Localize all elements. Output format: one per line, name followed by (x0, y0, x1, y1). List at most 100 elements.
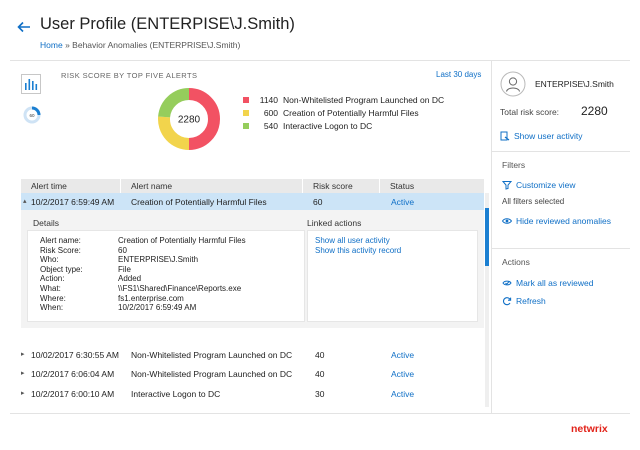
hide-reviewed-label: Hide reviewed anomalies (516, 216, 611, 226)
show-activity-record-link[interactable]: Show this activity record (315, 246, 401, 255)
detail-field: What: \\FS1\Shared\Finance\Reports.exe (40, 284, 241, 294)
activity-icon (500, 131, 510, 141)
chart-legend: 1140 Non-Whitelisted Program Launched on… (243, 93, 444, 133)
page-title: User Profile (ENTERPISE\J.Smith) (40, 15, 295, 33)
actions-heading: Actions (502, 257, 530, 267)
show-all-user-activity-link[interactable]: Show all user activity (315, 236, 390, 245)
detail-key: Where: (40, 293, 66, 303)
legend-count: 540 (263, 121, 278, 132)
filters-heading: Filters (502, 160, 526, 170)
linked-actions-heading: Linked actions (307, 218, 362, 228)
cell-status[interactable]: Active (391, 369, 414, 379)
expand-caret-icon[interactable]: ▸ (21, 350, 29, 358)
legend-label: Non-Whitelisted Program Launched on DC (283, 94, 445, 105)
alerts-table-header: Alert time Alert name Risk score Status (21, 179, 484, 193)
cell-status[interactable]: Active (391, 350, 414, 360)
cell-risk-score: 40 (315, 350, 325, 360)
cell-status[interactable]: Active (391, 197, 414, 207)
detail-value: ENTERPRISE\J.Smith (118, 255, 199, 265)
legend-count: 1140 (259, 94, 278, 105)
detail-field: Alert name: Creation of Potentially Harmf… (40, 236, 246, 246)
detail-field: Where: fs1.enterprise.com (40, 294, 184, 304)
table-row[interactable]: ▸ 10/2/2017 6:00:10 AM Interactive Logon… (21, 388, 484, 402)
legend-swatch (243, 123, 249, 130)
detail-value: Creation of Potentially Harmful Files (118, 236, 246, 245)
detail-field: Who: ENTERPRISE\J.Smith (40, 255, 198, 265)
breadcrumb: Home » Behavior Anomalies (ENTERPRISE\J.… (40, 40, 240, 50)
expand-caret-icon[interactable]: ▸ (21, 389, 29, 397)
user-avatar-icon (500, 71, 526, 97)
customize-view-label: Customize view (516, 180, 576, 190)
cell-alert-time: 10/02/2017 6:30:55 AM (31, 350, 119, 360)
netwrix-logo: netwrix (571, 423, 608, 435)
legend-swatch (243, 109, 249, 116)
column-header-status[interactable]: Status (380, 179, 484, 193)
hide-reviewed-link[interactable]: Hide reviewed anomalies (502, 216, 611, 226)
legend-swatch (243, 96, 249, 103)
eye-icon (502, 218, 512, 224)
detail-key: Alert name: (40, 236, 81, 245)
detail-key: When: (40, 303, 64, 313)
legend-label: Creation of Potentially Harmful Files (283, 107, 419, 118)
refresh-label: Refresh (516, 296, 546, 306)
detail-field: Object type: File (40, 265, 131, 275)
donut-chart-view-button[interactable]: 60 (21, 104, 41, 124)
period-selector[interactable]: Last 30 days (436, 70, 481, 79)
footer-divider (10, 413, 630, 414)
legend-item: 1140 Non-Whitelisted Program Launched on… (243, 93, 444, 106)
refresh-link[interactable]: Refresh (502, 296, 546, 306)
cell-alert-time: 10/2/2017 6:00:10 AM (31, 389, 115, 399)
detail-key: Who: (40, 255, 59, 265)
user-name: ENTERPISE\J.Smith (535, 79, 614, 89)
table-row[interactable]: ▸ 10/2/2017 6:06:04 AM Non-Whitelisted P… (21, 368, 484, 382)
cell-risk-score: 30 (315, 389, 325, 399)
breadcrumb-current: Behavior Anomalies (ENTERPRISE\J.Smith) (72, 40, 241, 50)
detail-value: 10/2/2017 6:59:49 AM (118, 303, 197, 313)
column-header-alert-time[interactable]: Alert time (21, 179, 121, 193)
column-header-risk-score[interactable]: Risk score (303, 179, 380, 193)
cell-risk-score: 40 (315, 369, 325, 379)
show-user-activity-link[interactable]: Show user activity (500, 131, 583, 141)
mark-reviewed-icon (502, 280, 512, 286)
right-panel-separator (492, 248, 630, 249)
detail-field: Risk Score: 60 (40, 246, 127, 256)
customize-view-link[interactable]: Customize view (502, 180, 576, 190)
cell-risk-score: 60 (313, 197, 323, 207)
show-user-activity-label: Show user activity (514, 131, 583, 141)
cell-alert-time: 10/2/2017 6:06:04 AM (31, 369, 115, 379)
donut-chart-icon: 60 (23, 106, 41, 124)
column-header-alert-name[interactable]: Alert name (121, 179, 303, 193)
donut-total-label: 2280 (178, 115, 201, 126)
risk-donut-chart: 2280 (158, 88, 220, 150)
bar-chart-icon (25, 79, 38, 90)
legend-count: 600 (263, 107, 278, 118)
total-risk-value: 2280 (581, 104, 608, 118)
cell-status[interactable]: Active (391, 389, 414, 399)
breadcrumb-separator: » (65, 40, 70, 50)
expand-caret-icon[interactable]: ▸ (21, 369, 29, 377)
collapse-caret-icon[interactable]: ▴ (23, 197, 31, 205)
bar-chart-view-button[interactable] (21, 74, 41, 94)
detail-value: Added (118, 274, 142, 284)
detail-field: When: 10/2/2017 6:59:49 AM (40, 303, 196, 313)
detail-key: What: (40, 284, 61, 293)
filters-status: All filters selected (502, 197, 565, 206)
cell-alert-time: 10/2/2017 6:59:49 AM (31, 197, 115, 207)
right-panel-separator (492, 151, 630, 152)
chart-title: RISK SCORE BY TOP FIVE ALERTS (61, 71, 198, 80)
donut-slice-2 (158, 88, 190, 118)
donut-badge-value: 60 (29, 113, 35, 118)
mark-all-reviewed-link[interactable]: Mark all as reviewed (502, 278, 593, 288)
table-row-selected[interactable]: ▴ 10/2/2017 6:59:49 AM Creation of Poten… (21, 193, 484, 210)
breadcrumb-home-link[interactable]: Home (40, 40, 63, 50)
back-arrow-icon[interactable] (16, 19, 32, 35)
detail-value: 60 (118, 245, 127, 255)
detail-value: \\FS1\Shared\Finance\Reports.exe (118, 284, 242, 293)
legend-item: 540 Interactive Logon to DC (243, 120, 444, 133)
table-scrollbar-thumb[interactable] (485, 208, 489, 266)
header-divider (10, 60, 630, 61)
mark-all-reviewed-label: Mark all as reviewed (516, 278, 594, 288)
table-row[interactable]: ▸ 10/02/2017 6:30:55 AM Non-Whitelisted … (21, 349, 484, 363)
right-panel-divider (491, 61, 492, 413)
refresh-icon (502, 297, 512, 306)
